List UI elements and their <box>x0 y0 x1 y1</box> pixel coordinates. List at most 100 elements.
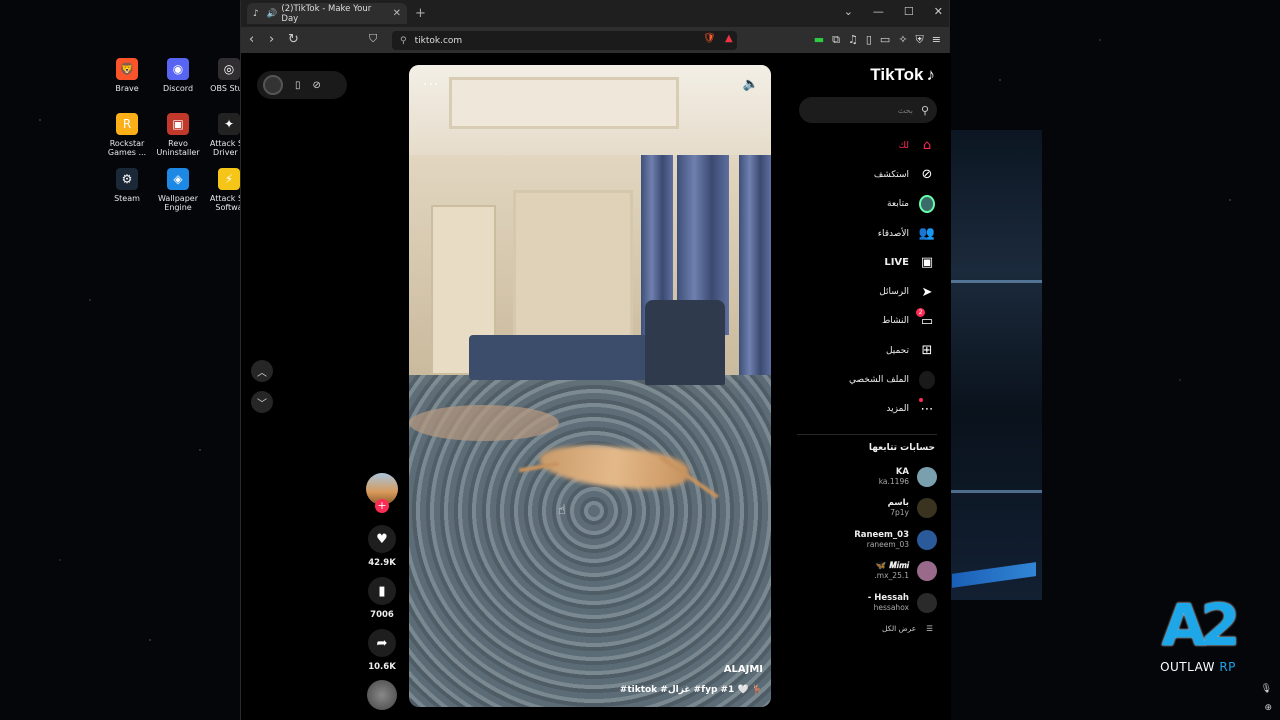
microphone-icon[interactable]: 🎙 <box>1261 684 1272 694</box>
tab-title: (2)TikTok - Make Your Day <box>281 3 372 24</box>
wallet-icon[interactable]: ▭ <box>880 33 890 47</box>
brave-rewards-icon[interactable]: ▲ <box>725 33 733 44</box>
autoscroll-toggle[interactable] <box>263 75 283 95</box>
sidebar-icon[interactable]: ▯ <box>866 33 872 47</box>
vpn-icon[interactable]: ⛨ <box>916 33 924 47</box>
avatar <box>917 592 937 613</box>
like-button[interactable]: ♥ <box>368 525 396 553</box>
back-button[interactable]: ‹ <box>249 32 254 47</box>
share-icon: ➦ <box>376 635 388 651</box>
search-input[interactable]: ⚲ بحث <box>799 97 937 123</box>
video-player[interactable]: ··· 🔈 ALAJMI #tiktok #غزال #fyp #1 🤍 🦌 <box>409 65 771 707</box>
browser-tab[interactable]: ♪ 🔊 (2)TikTok - Make Your Day ✕ <box>247 3 407 24</box>
desktop-shortcut[interactable]: R Rockstar Games ... <box>103 113 151 157</box>
desktop-shortcut[interactable]: ▣ Revo Uninstaller <box>154 113 202 157</box>
desktop-shortcut[interactable]: ◉ Discord <box>154 58 202 93</box>
account-name: 𝑴𝒊𝒎𝒊 🦋 <box>875 561 909 572</box>
account-name: Raneem_03 <box>854 529 909 540</box>
chevron-down-icon[interactable]: ⌄ <box>844 5 853 18</box>
menu-icon[interactable]: ≡ <box>932 33 941 47</box>
share-button[interactable]: ➦ <box>368 629 396 657</box>
speaker-icon[interactable]: 🔊 <box>267 9 278 19</box>
next-video-button[interactable]: ﹀ <box>251 391 273 413</box>
account-handle: ka.1196 <box>878 476 909 486</box>
desktop-shortcut[interactable]: ◈ Wallpaper Engine <box>154 168 202 212</box>
title-bar: ♪ 🔊 (2)TikTok - Make Your Day ✕ + ⌄ — ☐ … <box>241 0 949 27</box>
compass-small-icon[interactable]: ⊘ <box>313 80 321 91</box>
heart-icon: ♥ <box>376 531 388 547</box>
right-sidebar: ♪ TikTok ⚲ بحث ⌂ لك ⊘ استكشف متابعة 👥 الأصدقاء… <box>797 65 937 633</box>
hand-cursor: ☝ <box>558 503 566 518</box>
media-icon[interactable]: ♫ <box>848 33 858 47</box>
sidebar-item[interactable]: ⊘ استكشف <box>797 160 937 189</box>
bookmark-icon[interactable]: ⛉ <box>369 32 377 46</box>
location-icon[interactable]: ⊕ <box>1264 703 1272 713</box>
site-info-icon[interactable]: ⚲ <box>400 36 407 46</box>
activity-icon: ▭ 2 <box>916 308 935 329</box>
sidebar-item[interactable]: ⋯ المزيد <box>797 395 937 424</box>
video-author[interactable]: ALAJMI <box>724 664 763 675</box>
live-icon: ▣ <box>919 255 935 271</box>
creator-avatar[interactable]: + <box>366 473 398 513</box>
profile-avatar-icon <box>919 371 935 390</box>
see-all-link[interactable]: ☰ عرض الكل <box>797 624 937 633</box>
follow-plus-icon[interactable]: + <box>375 499 389 513</box>
nav-glyph: ▣ <box>920 255 934 271</box>
sidebar-item[interactable]: ▭ 2 النشاط <box>797 307 937 336</box>
device-icon[interactable]: ▯ <box>295 80 301 91</box>
tiktok-icon: ♪ <box>253 8 259 19</box>
sidebar-item[interactable]: متابعة <box>797 190 937 219</box>
tiktok-page: ▯ ⊘ ︿ ﹀ ··· 🔈 ALAJMI #tiktok #غزال #fyp … <box>241 53 951 720</box>
tiktok-logo[interactable]: ♪ TikTok <box>797 65 935 85</box>
obs-icon: ◎ <box>218 58 240 80</box>
sidebar-item[interactable]: ⊞ تحميل <box>797 336 937 365</box>
brave-icon: 🦁 <box>116 58 138 80</box>
maximize-button[interactable]: ☐ <box>904 5 914 18</box>
desktop-shortcut[interactable]: 🦁 Brave <box>103 58 151 93</box>
following-account[interactable]: KA ka.1196 <box>797 461 937 493</box>
following-account[interactable]: 𝑴𝒊𝒎𝒊 🦋 mx_25.1. <box>797 555 937 587</box>
video-caption[interactable]: #tiktok #غزال #fyp #1 🤍 🦌 <box>620 685 763 695</box>
logo-text: TikTok <box>870 65 924 84</box>
messages-icon: ➤ <box>919 284 935 300</box>
previous-video-button[interactable]: ︿ <box>251 360 273 382</box>
following-account[interactable]: باسم 7p1y <box>797 492 937 524</box>
new-tab-button[interactable]: + <box>415 6 426 21</box>
brave-shields-icon[interactable]: 🛡 <box>703 33 716 44</box>
minimize-button[interactable]: — <box>873 5 884 18</box>
reload-button[interactable]: ↻ <box>288 32 299 47</box>
account-name: Hessah - <box>867 592 909 603</box>
leo-ai-icon[interactable]: ✧ <box>898 33 907 47</box>
sidebar-item[interactable]: ⌂ لك <box>797 131 937 160</box>
extension-green-icon[interactable]: ▬ <box>814 33 824 47</box>
avatar <box>917 561 937 582</box>
following-account[interactable]: Raneem_03 raneem_03 <box>797 524 937 556</box>
url-field[interactable]: ⚲ tiktok.com <box>392 31 737 50</box>
save-button[interactable]: ▮ <box>368 577 396 605</box>
outlaw-rp-watermark: A2 OUTLAW RP <box>1138 590 1258 674</box>
list-icon: ☰ <box>926 624 933 634</box>
share-count: 10.6K <box>368 662 396 672</box>
extensions-icon[interactable]: ⧉ <box>832 33 840 47</box>
sidebar-nav: ⌂ لك ⊘ استكشف متابعة 👥 الأصدقاء ▣ LIVE ➤ الرسائل ▭ 2… <box>797 131 937 424</box>
like-count: 42.9K <box>368 558 396 568</box>
desktop-shortcut[interactable]: ⚙ Steam <box>103 168 151 203</box>
close-tab-icon[interactable]: ✕ <box>393 8 401 19</box>
sidebar-item[interactable]: ▣ LIVE <box>797 248 937 277</box>
save-count: 7006 <box>370 610 394 620</box>
upload-icon: ⊞ <box>919 343 935 359</box>
sidebar-item[interactable]: ➤ الرسائل <box>797 277 937 306</box>
sidebar-item-label: تحميل <box>885 345 909 356</box>
forward-button[interactable]: › <box>269 32 274 47</box>
following-account[interactable]: Hessah - hessahox <box>797 587 937 619</box>
following-title: حسابات تتابعها <box>868 442 935 453</box>
sidebar-item[interactable]: 👥 الأصدقاء <box>797 219 937 248</box>
search-icon[interactable]: ⚲ <box>921 104 929 117</box>
sidebar-item[interactable]: الملف الشخصي <box>797 365 937 394</box>
close-window-button[interactable]: ✕ <box>934 5 943 18</box>
video-options-icon[interactable]: ··· <box>423 77 439 93</box>
following-avatar-icon <box>919 195 935 214</box>
music-disc[interactable] <box>367 680 397 710</box>
attack-shark-driver-icon: ✦ <box>218 113 240 135</box>
sound-icon[interactable]: 🔈 <box>743 77 759 92</box>
